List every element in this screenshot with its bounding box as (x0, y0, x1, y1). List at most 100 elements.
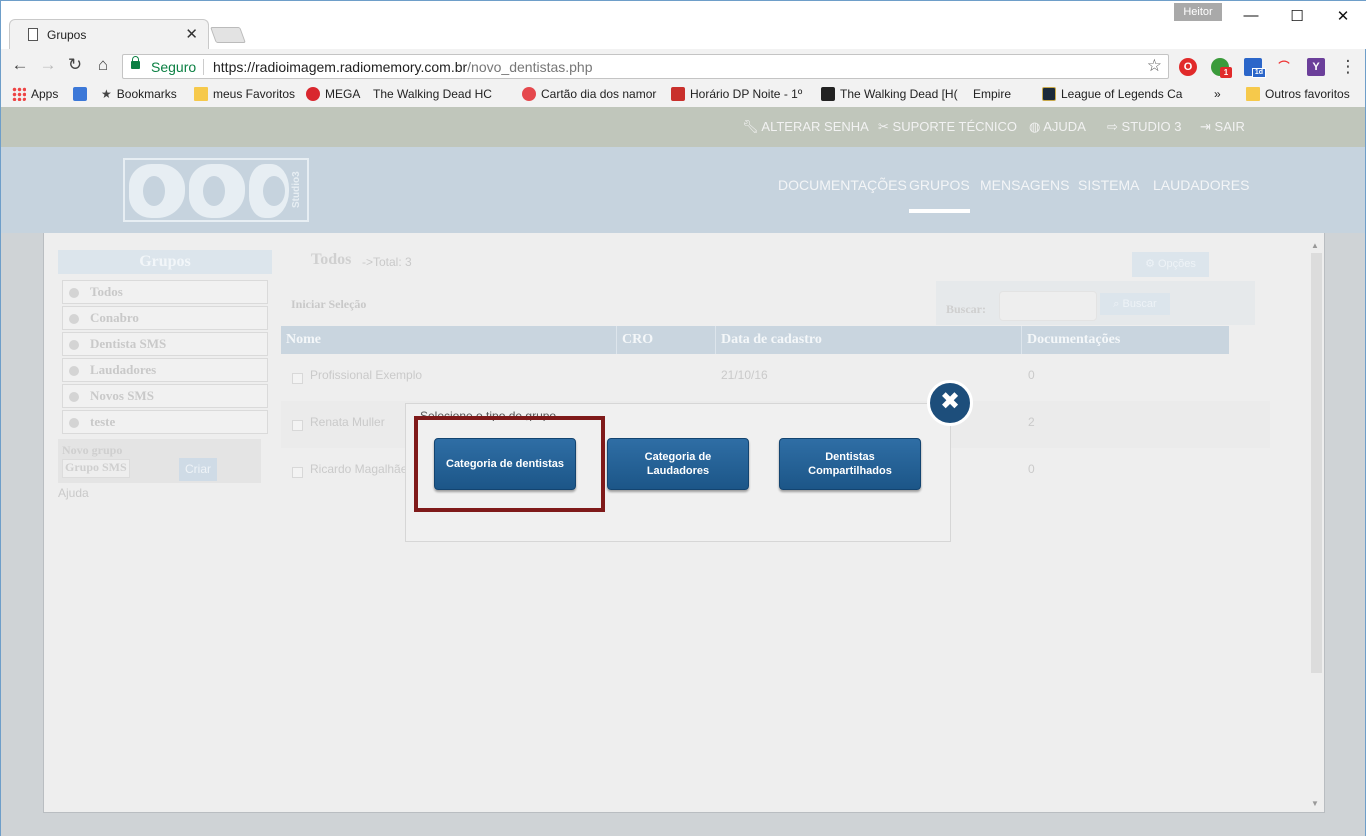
bookmarks-overflow-chevron-icon[interactable]: » (1214, 87, 1221, 101)
cell-docs: 0 (1028, 368, 1035, 382)
home-icon[interactable]: ⌂ (92, 55, 114, 75)
bookmark-apps[interactable]: Apps (12, 87, 58, 101)
bookmark-lol[interactable]: League of Legends Ca (1042, 87, 1182, 101)
sidebar-item-label: Laudadores (90, 362, 157, 377)
bookmark-calendar[interactable] (73, 87, 92, 101)
rainbow-extension-icon[interactable]: ⌒ (1275, 58, 1293, 76)
wrench-icon: 🔧︎ (742, 119, 759, 134)
forward-arrow-icon[interactable]: → (37, 55, 59, 75)
alterar-senha-link[interactable]: 🔧︎ ALTERAR SENHA (742, 119, 869, 135)
nav-documentacoes[interactable]: DOCUMENTAÇÕES (778, 177, 907, 193)
group-icon (69, 392, 79, 402)
sair-link[interactable]: ⇥ SAIR (1200, 119, 1245, 135)
table-row[interactable]: Profissional Exemplo 21/10/16 0 (281, 354, 1270, 401)
help-link[interactable]: Ajuda (58, 486, 89, 500)
extension-badge: 1 (1220, 67, 1232, 78)
column-documentacoes[interactable]: Documentações (1022, 326, 1229, 354)
bookmark-label: Cartão dia dos namor (541, 87, 657, 101)
search-button[interactable]: ⌕ Buscar (1100, 293, 1170, 315)
bookmark-label: meus Favoritos (213, 87, 296, 101)
menu-kebab-icon[interactable]: ⋮ (1337, 57, 1359, 77)
scroll-up-arrow-icon[interactable]: ▲ (1311, 241, 1319, 250)
row-checkbox[interactable] (292, 420, 303, 431)
column-cro[interactable]: CRO (617, 326, 716, 354)
search-input[interactable] (999, 291, 1097, 321)
column-nome[interactable]: Nome (281, 326, 617, 354)
new-group-input[interactable]: Grupo SMS (62, 459, 130, 478)
bookmark-label: Empire (973, 87, 1012, 101)
sidebar-item-label: Dentista SMS (90, 336, 167, 351)
close-window-button[interactable]: ✕ (1333, 7, 1353, 25)
cell-docs: 0 (1028, 462, 1035, 476)
sidebar-item-todos[interactable]: Todos (62, 280, 268, 304)
secure-label: Seguro (151, 59, 197, 75)
tv-icon (821, 87, 835, 101)
bookmark-meus-favoritos[interactable]: meus Favoritos (194, 87, 295, 101)
create-group-button[interactable]: Criar (179, 458, 217, 481)
opera-extension-icon[interactable]: O (1179, 58, 1197, 76)
logo-face-3 (249, 164, 289, 218)
highlight-box (414, 416, 605, 512)
ajuda-link[interactable]: ◍ AJUDA (1029, 119, 1086, 135)
nav-laudadores[interactable]: LAUDADORES (1153, 177, 1249, 193)
bookmark-horario[interactable]: Horário DP Noite - 1º (671, 87, 802, 101)
bookmark-empire[interactable]: Empire (973, 87, 1012, 208)
group-icon (69, 288, 79, 298)
browser-chrome: Grupos ✕ Heitor — ☐ ✕ ← → ↻ ⌂ Seguro htt… (0, 0, 1366, 208)
cell-name: Renata Muller (310, 415, 385, 429)
address-bar[interactable]: Seguro https://radioimagem.radiomemory.c… (122, 54, 1169, 79)
arrow-right-icon: ⇨ (1107, 119, 1118, 134)
nav-grupos[interactable]: GRUPOS (909, 177, 970, 213)
bookmark-star-icon[interactable]: ☆ (1147, 56, 1162, 76)
nav-mensagens[interactable]: MENSAGENS (980, 177, 1069, 193)
sidebar-item-laudadores[interactable]: Laudadores (62, 358, 268, 382)
cell-docs: 2 (1028, 415, 1035, 429)
url-host: https://radioimagem.radiomemory.com.br (213, 59, 468, 75)
profile-badge[interactable]: Heitor (1174, 3, 1222, 21)
suporte-tecnico-link[interactable]: ✂︎ SUPORTE TÉCNICO (878, 119, 1017, 135)
list-title: Todos (311, 251, 352, 268)
bookmark-mega[interactable]: MEGA (306, 87, 360, 101)
reload-icon[interactable]: ↻ (64, 55, 86, 75)
minimize-button[interactable]: — (1241, 7, 1261, 24)
sidebar-item-conabro[interactable]: Conabro (62, 306, 268, 330)
sidebar-item-teste[interactable]: teste (62, 410, 268, 434)
page-icon (28, 28, 38, 41)
start-selection-link[interactable]: Iniciar Seleção (291, 297, 366, 312)
group-icon (69, 314, 79, 324)
studio3-logo[interactable]: Studio3 (123, 158, 309, 222)
tab-close-icon[interactable]: ✕ (185, 25, 198, 43)
back-arrow-icon[interactable]: ← (9, 55, 31, 75)
scrollbar[interactable]: ▲ ▼ (1310, 241, 1322, 811)
sidebar-item-dentista-sms[interactable]: Dentista SMS (62, 332, 268, 356)
bookmark-bookmarks[interactable]: ★ Bookmarks (101, 87, 177, 101)
browser-tab[interactable]: Grupos ✕ (9, 19, 209, 49)
bookmark-label: MEGA (325, 87, 361, 101)
column-data-cadastro[interactable]: Data de cadastro (716, 326, 1022, 354)
sidebar-item-label: Conabro (90, 310, 139, 325)
row-checkbox[interactable] (292, 467, 303, 478)
close-dialog-icon[interactable]: ✖ (927, 380, 973, 426)
options-button[interactable]: ⚙ Opções (1132, 252, 1209, 277)
studio3-link[interactable]: ⇨ STUDIO 3 (1107, 119, 1182, 135)
cell-name: Profissional Exemplo (310, 368, 423, 382)
categoria-laudadores-button[interactable]: Categoria de Laudadores (607, 438, 749, 490)
bookmark-label: The Walking Dead [H( (840, 87, 958, 101)
chat-extension-icon[interactable]: 1d (1244, 58, 1266, 78)
yahoo-extension-icon[interactable]: Y (1307, 58, 1325, 76)
dentistas-compartilhados-button[interactable]: Dentistas Compartilhados (779, 438, 921, 490)
bookmark-cartao[interactable]: Cartão dia dos namor (522, 87, 656, 101)
link-label: SAIR (1214, 119, 1245, 134)
new-tab-button[interactable] (210, 27, 246, 43)
bookmark-other-favorites[interactable]: Outros favoritos (1246, 87, 1350, 101)
maximize-button[interactable]: ☐ (1287, 7, 1307, 25)
nav-sistema[interactable]: SISTEMA (1078, 177, 1139, 193)
green-extension-icon[interactable]: 1 (1211, 58, 1232, 78)
browser-toolbar: ← → ↻ ⌂ Seguro https://radioimagem.radio… (1, 49, 1366, 83)
bookmark-walking-dead-2[interactable]: The Walking Dead [H( (821, 87, 958, 101)
scroll-thumb[interactable] (1311, 253, 1322, 673)
bookmark-walking-dead-1[interactable]: The Walking Dead HC (373, 87, 492, 208)
sidebar-item-novos-sms[interactable]: Novos SMS (62, 384, 268, 408)
row-checkbox[interactable] (292, 373, 303, 384)
scroll-down-arrow-icon[interactable]: ▼ (1311, 799, 1319, 808)
